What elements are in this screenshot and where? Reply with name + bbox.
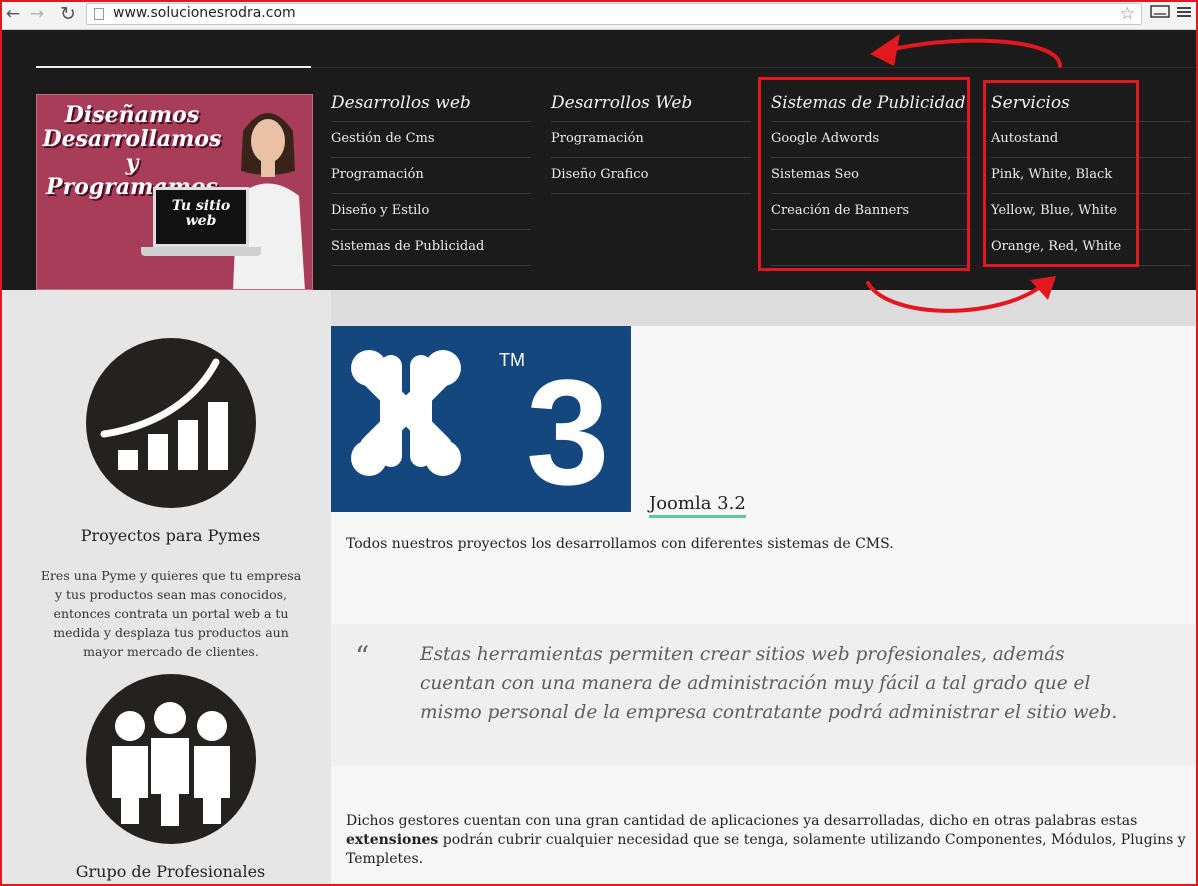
annotation-swap-arrows [866, 34, 1062, 313]
